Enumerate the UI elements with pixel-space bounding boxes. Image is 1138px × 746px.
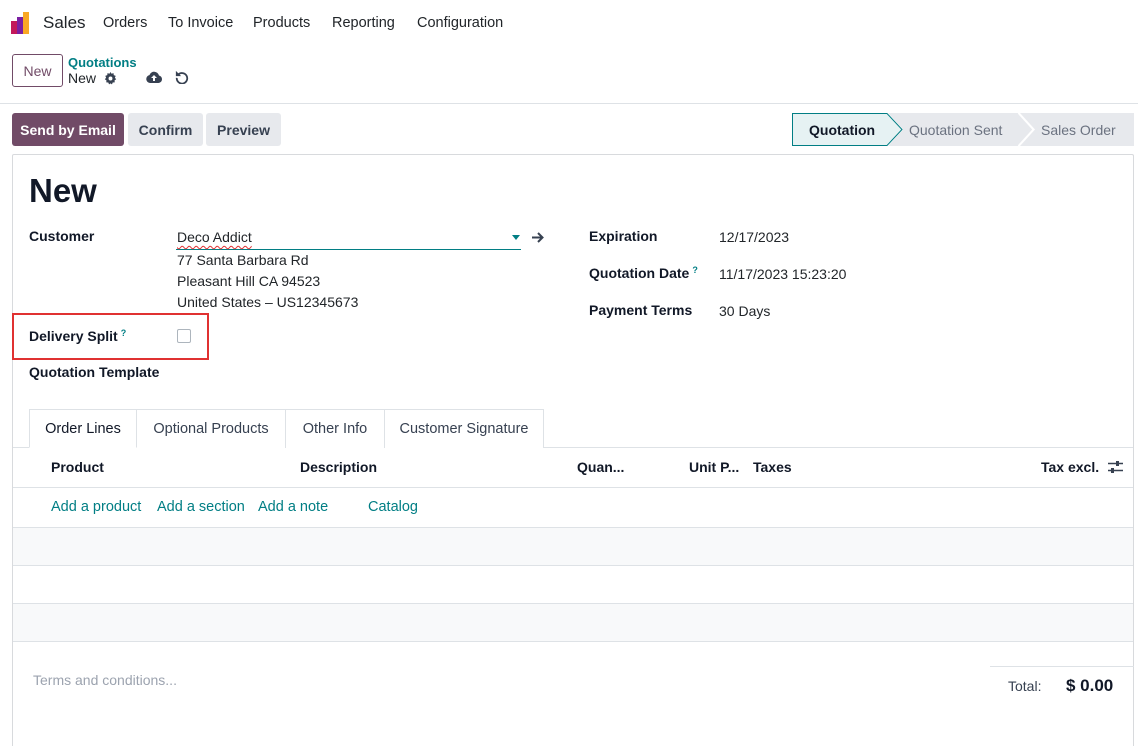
menu-reporting[interactable]: Reporting <box>332 15 395 31</box>
col-quantity[interactable]: Quan... <box>577 459 624 475</box>
total-divider <box>990 666 1134 667</box>
send-by-email-button[interactable]: Send by Email <box>12 113 124 146</box>
total-label: Total: <box>1008 678 1042 694</box>
app-name[interactable]: Sales <box>43 13 86 33</box>
delivery-split-checkbox[interactable] <box>177 329 191 343</box>
row-divider <box>13 641 1133 642</box>
terms-and-conditions-input[interactable]: Terms and conditions... <box>33 672 177 688</box>
breadcrumb-current: New <box>68 70 97 86</box>
tab-optional-products[interactable]: Optional Products <box>136 409 286 448</box>
col-taxes[interactable]: Taxes <box>753 459 792 475</box>
breadcrumb-quotations[interactable]: Quotations <box>68 55 137 70</box>
address-line-3: United States – US12345673 <box>177 294 359 310</box>
menu-configuration[interactable]: Configuration <box>417 15 503 31</box>
column-settings-icon[interactable] <box>1108 460 1123 474</box>
address-line-1: 77 Santa Barbara Rd <box>177 252 309 268</box>
tab-other-info[interactable]: Other Info <box>285 409 385 448</box>
col-tax-excl[interactable]: Tax excl. <box>1041 459 1099 475</box>
add-product-link[interactable]: Add a product <box>51 499 141 515</box>
menu-orders[interactable]: Orders <box>103 15 147 31</box>
discard-icon[interactable] <box>175 70 189 84</box>
menu-products[interactable]: Products <box>253 15 310 31</box>
empty-row <box>13 604 1133 642</box>
stage-quotation[interactable]: Quotation <box>809 113 875 146</box>
empty-row <box>13 528 1133 566</box>
record-title: New <box>29 172 97 209</box>
expiration-value[interactable]: 12/17/2023 <box>719 229 789 245</box>
address-line-2: Pleasant Hill CA 94523 <box>177 273 321 289</box>
catalog-link[interactable]: Catalog <box>368 499 418 515</box>
expiration-label: Expiration <box>589 228 658 244</box>
new-button[interactable]: New <box>12 54 63 87</box>
save-cloud-icon[interactable] <box>146 70 162 84</box>
tab-order-lines[interactable]: Order Lines <box>29 409 137 448</box>
quotation-template-label: Quotation Template <box>29 364 160 380</box>
quotation-date-value[interactable]: 11/17/2023 15:23:20 <box>719 266 846 282</box>
confirm-button[interactable]: Confirm <box>128 113 203 146</box>
quotation-date-label-text: Quotation Date <box>589 265 690 281</box>
chevron-down-icon[interactable] <box>512 235 520 240</box>
top-navbar: Sales Orders To Invoice Products Reporti… <box>0 0 1138 46</box>
sales-app-icon[interactable] <box>11 12 33 34</box>
tab-customer-signature[interactable]: Customer Signature <box>384 409 544 448</box>
col-unit-price[interactable]: Unit P... <box>689 459 739 475</box>
total-value: $ 0.00 <box>1066 676 1114 695</box>
menu-to-invoice[interactable]: To Invoice <box>168 15 233 31</box>
add-note-link[interactable]: Add a note <box>258 499 328 515</box>
customer-field[interactable]: Deco Addict <box>176 226 521 250</box>
delivery-split-label-text: Delivery Split <box>29 328 118 344</box>
customer-label: Customer <box>29 228 95 244</box>
preview-button[interactable]: Preview <box>206 113 281 146</box>
quotation-date-label: Quotation Date? <box>589 265 698 281</box>
col-product[interactable]: Product <box>51 459 104 475</box>
gear-icon[interactable] <box>104 72 117 85</box>
empty-row <box>13 566 1133 604</box>
customer-value: Deco Addict <box>177 229 252 245</box>
add-section-link[interactable]: Add a section <box>157 499 245 515</box>
help-icon[interactable]: ? <box>692 265 698 275</box>
stage-sales-order[interactable]: Sales Order <box>1041 113 1116 146</box>
arrow-right-icon[interactable] <box>532 232 545 243</box>
status-bar: Quotation Quotation Sent Sales Order <box>792 113 1134 146</box>
header-divider <box>13 487 1133 488</box>
help-icon[interactable]: ? <box>121 328 127 338</box>
payment-terms-label: Payment Terms <box>589 302 693 318</box>
control-panel: New Quotations New <box>0 46 1138 104</box>
payment-terms-value[interactable]: 30 Days <box>719 303 770 319</box>
delivery-split-label: Delivery Split? <box>29 328 126 344</box>
stage-quotation-sent[interactable]: Quotation Sent <box>909 113 1002 146</box>
col-description[interactable]: Description <box>300 459 377 475</box>
